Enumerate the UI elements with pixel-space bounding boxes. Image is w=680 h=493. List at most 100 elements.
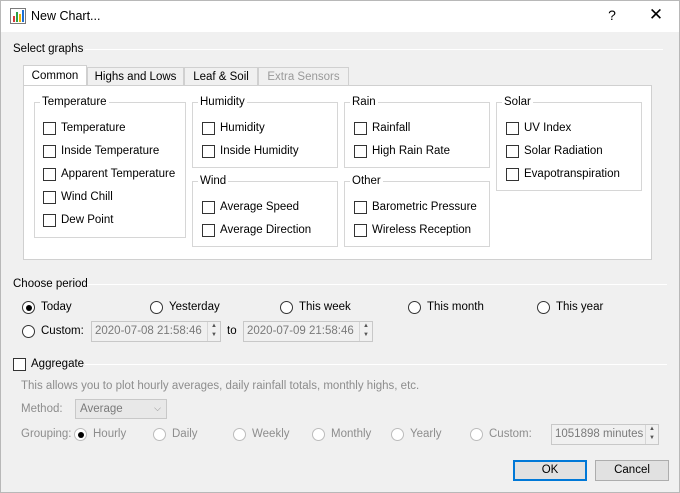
period-this-year-label[interactable]: This year: [556, 301, 603, 313]
humidity-group: Humidity Humidity Inside Humidity: [192, 96, 338, 168]
grouping-weekly-radio[interactable]: [233, 428, 246, 441]
uv-index-checkbox[interactable]: [506, 122, 519, 135]
custom-from-datetime[interactable]: 2020-07-08 21:58:46 ▲ ▼: [91, 321, 221, 342]
tab-extra-sensors[interactable]: Extra Sensors: [258, 67, 349, 87]
evapotranspiration-checkbox-label[interactable]: Evapotranspiration: [524, 168, 620, 180]
grouping-yearly-radio[interactable]: [391, 428, 404, 441]
chevron-down-icon: ⌵: [154, 403, 161, 413]
cancel-button-label: Cancel: [614, 464, 650, 476]
humidity-group-title: Humidity: [198, 96, 247, 108]
barometric-pressure-checkbox-label[interactable]: Barometric Pressure: [372, 201, 477, 213]
grouping-weekly-label[interactable]: Weekly: [252, 428, 290, 440]
humidity-checkbox-label[interactable]: Humidity: [220, 122, 265, 134]
average-direction-checkbox-label[interactable]: Average Direction: [220, 224, 311, 236]
chart-icon: [10, 8, 26, 24]
tab-leaf-and-soil-label: Leaf & Soil: [193, 71, 249, 83]
custom-to-datetime[interactable]: 2020-07-09 21:58:46 ▲ ▼: [243, 321, 373, 342]
solar-radiation-checkbox[interactable]: [506, 145, 519, 158]
period-this-week-radio[interactable]: [280, 301, 293, 314]
period-custom-label[interactable]: Custom:: [41, 325, 84, 337]
rainfall-checkbox[interactable]: [354, 122, 367, 135]
cancel-button[interactable]: Cancel: [595, 460, 669, 481]
tab-common-label: Common: [31, 70, 79, 82]
dew-point-checkbox[interactable]: [43, 214, 56, 227]
spin-updown-icon[interactable]: ▲ ▼: [359, 322, 372, 341]
period-yesterday-radio[interactable]: [150, 301, 163, 314]
average-speed-checkbox-label[interactable]: Average Speed: [220, 201, 299, 213]
close-button[interactable]: ✕: [646, 5, 666, 25]
custom-to-label: to: [227, 325, 237, 337]
average-direction-checkbox[interactable]: [202, 224, 215, 237]
grouping-daily-radio[interactable]: [153, 428, 166, 441]
uv-index-checkbox-label[interactable]: UV Index: [524, 122, 571, 134]
rain-group-title: Rain: [350, 96, 378, 108]
spin-updown-icon[interactable]: ▲ ▼: [207, 322, 220, 341]
choose-period-divider: [87, 284, 667, 285]
common-tab-panel: Temperature Temperature Inside Temperatu…: [23, 85, 652, 260]
period-today-radio[interactable]: [22, 301, 35, 314]
apparent-temperature-checkbox-label[interactable]: Apparent Temperature: [61, 168, 175, 180]
grouping-custom-minutes-value: 1051898 minutes: [555, 428, 644, 440]
grouping-monthly-radio[interactable]: [312, 428, 325, 441]
period-this-year-radio[interactable]: [537, 301, 550, 314]
rain-group: Rain Rainfall High Rain Rate: [344, 96, 490, 168]
choose-period-label: Choose period: [13, 278, 88, 290]
other-group: Other Barometric Pressure Wireless Recep…: [344, 175, 490, 247]
inside-humidity-checkbox-label[interactable]: Inside Humidity: [220, 145, 299, 157]
spin-updown-icon[interactable]: ▲ ▼: [645, 425, 658, 444]
aggregate-divider: [85, 364, 667, 365]
aggregate-description: This allows you to plot hourly averages,…: [21, 380, 420, 392]
wind-chill-checkbox-label[interactable]: Wind Chill: [61, 191, 113, 203]
high-rain-rate-checkbox-label[interactable]: High Rain Rate: [372, 145, 450, 157]
humidity-checkbox[interactable]: [202, 122, 215, 135]
grouping-yearly-label[interactable]: Yearly: [410, 428, 442, 440]
method-select[interactable]: Average ⌵: [75, 399, 167, 419]
inside-temperature-checkbox[interactable]: [43, 145, 56, 158]
grouping-custom-minutes-input[interactable]: 1051898 minutes ▲ ▼: [551, 424, 659, 445]
title-bar[interactable]: New Chart... ? ✕: [1, 1, 679, 32]
temperature-checkbox[interactable]: [43, 122, 56, 135]
temperature-group-title: Temperature: [40, 96, 109, 108]
method-select-value: Average: [80, 403, 123, 415]
new-chart-dialog: New Chart... ? ✕ Select graphs Common Hi…: [0, 0, 680, 493]
temperature-checkbox-label[interactable]: Temperature: [61, 122, 126, 134]
custom-from-value: 2020-07-08 21:58:46: [95, 325, 202, 337]
grouping-custom-label[interactable]: Custom:: [489, 428, 532, 440]
rainfall-checkbox-label[interactable]: Rainfall: [372, 122, 410, 134]
period-this-month-label[interactable]: This month: [427, 301, 484, 313]
high-rain-rate-checkbox[interactable]: [354, 145, 367, 158]
wind-group-title: Wind: [198, 175, 229, 187]
grouping-custom-radio[interactable]: [470, 428, 483, 441]
period-custom-radio[interactable]: [22, 325, 35, 338]
evapotranspiration-checkbox[interactable]: [506, 168, 519, 181]
help-button[interactable]: ?: [604, 7, 620, 23]
grouping-monthly-label[interactable]: Monthly: [331, 428, 371, 440]
inside-humidity-checkbox[interactable]: [202, 145, 215, 158]
period-this-month-radio[interactable]: [408, 301, 421, 314]
period-this-week-label[interactable]: This week: [299, 301, 351, 313]
aggregate-checkbox[interactable]: [13, 358, 26, 371]
period-yesterday-label[interactable]: Yesterday: [169, 301, 220, 313]
apparent-temperature-checkbox[interactable]: [43, 168, 56, 181]
period-today-label[interactable]: Today: [41, 301, 72, 313]
grouping-hourly-radio[interactable]: [74, 428, 87, 441]
tab-highs-and-lows[interactable]: Highs and Lows: [87, 67, 184, 87]
inside-temperature-checkbox-label[interactable]: Inside Temperature: [61, 145, 159, 157]
method-label: Method:: [21, 403, 63, 415]
wireless-reception-checkbox-label[interactable]: Wireless Reception: [372, 224, 471, 236]
barometric-pressure-checkbox[interactable]: [354, 201, 367, 214]
solar-radiation-checkbox-label[interactable]: Solar Radiation: [524, 145, 603, 157]
aggregate-label[interactable]: Aggregate: [31, 358, 84, 370]
grouping-daily-label[interactable]: Daily: [172, 428, 198, 440]
wind-chill-checkbox[interactable]: [43, 191, 56, 204]
average-speed-checkbox[interactable]: [202, 201, 215, 214]
dew-point-checkbox-label[interactable]: Dew Point: [61, 214, 113, 226]
grouping-hourly-label[interactable]: Hourly: [93, 428, 126, 440]
wireless-reception-checkbox[interactable]: [354, 224, 367, 237]
select-graphs-divider: [85, 49, 663, 50]
tab-extra-sensors-label: Extra Sensors: [267, 71, 340, 83]
tab-leaf-and-soil[interactable]: Leaf & Soil: [184, 67, 258, 87]
solar-group-title: Solar: [502, 96, 533, 108]
window-title: New Chart...: [31, 9, 101, 23]
ok-button[interactable]: OK: [513, 460, 587, 481]
